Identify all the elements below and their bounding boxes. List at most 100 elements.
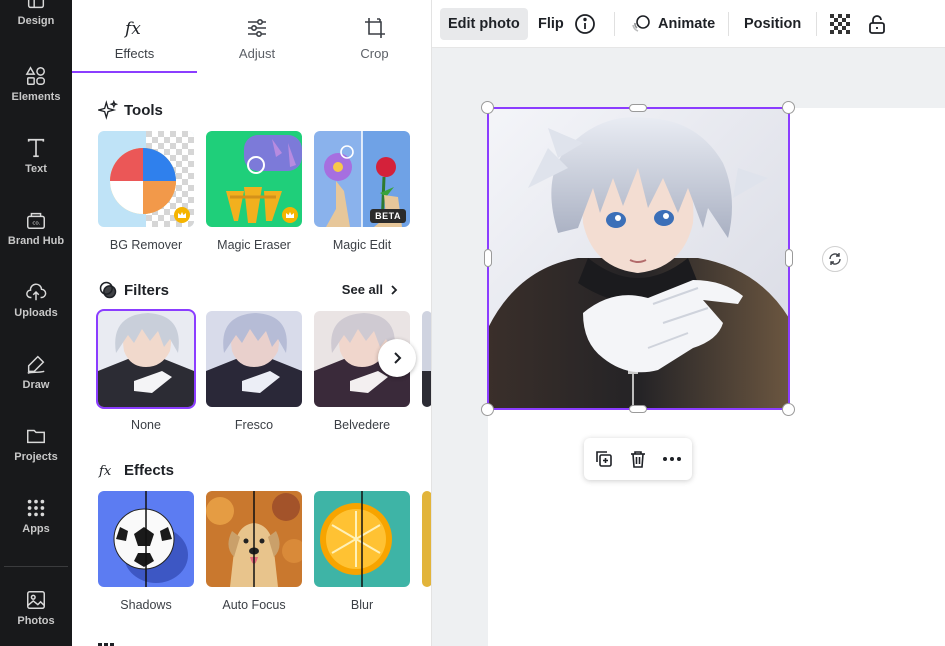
upload-icon — [26, 283, 47, 301]
tools-heading: Tools — [98, 100, 163, 120]
filters-icon — [99, 281, 117, 299]
anime-portrait-thumbnail — [98, 311, 194, 407]
duplicate-button[interactable] — [592, 447, 616, 471]
dog-image — [206, 491, 302, 587]
flip-button[interactable]: Flip — [530, 8, 572, 40]
tool-magic-edit[interactable]: BETA — [314, 131, 410, 227]
see-all-filters-link[interactable]: See all — [342, 282, 401, 297]
position-button[interactable]: Position — [736, 8, 809, 40]
filter-next-partial — [422, 311, 431, 407]
section-title: Effects — [124, 461, 175, 479]
filters-next-button[interactable] — [378, 339, 416, 377]
rail-label: Apps — [22, 523, 50, 535]
filter-label: Fresco — [234, 418, 274, 432]
unlock-icon — [869, 15, 885, 34]
element-context-menu — [584, 438, 692, 480]
orange-slice-image — [314, 491, 410, 587]
resize-handle-left[interactable] — [484, 249, 492, 267]
rail-item-draw[interactable]: Draw — [0, 336, 72, 408]
panel-tabs: fx Effects Adjust Crop — [72, 0, 431, 74]
rail-divider — [4, 566, 68, 567]
rail-item-brand-hub[interactable]: co. Brand Hub — [0, 192, 72, 264]
resize-handle-bottom-right[interactable] — [782, 403, 795, 416]
effect-label: Shadows — [120, 598, 172, 612]
effect-next-partial — [422, 491, 431, 587]
animate-label: Animate — [658, 16, 716, 32]
svg-text:fx: fx — [123, 19, 141, 39]
apps-icon — [27, 499, 45, 517]
rail-item-elements[interactable]: Elements — [0, 48, 72, 120]
rail-label: Projects — [14, 451, 58, 463]
rail-item-photos[interactable]: Photos — [0, 572, 72, 644]
tool-label: Magic Edit — [332, 238, 392, 252]
filter-fresco[interactable] — [206, 311, 302, 407]
tool-label: Magic Eraser — [217, 238, 291, 252]
more-options-button[interactable] — [660, 447, 684, 471]
rail-label: Elements — [11, 91, 61, 103]
tab-label: Adjust — [238, 45, 276, 61]
rotate-button[interactable] — [822, 246, 848, 272]
tab-label: Effects — [114, 45, 155, 61]
section-title: Tools — [124, 101, 163, 119]
filter-none[interactable] — [96, 309, 196, 409]
sliders-icon — [248, 18, 266, 37]
draw-icon — [27, 355, 45, 374]
effect-auto-focus[interactable] — [206, 491, 302, 587]
edit-photo-button[interactable]: Edit photo — [440, 8, 528, 40]
tab-effects[interactable]: fx Effects — [72, 0, 197, 74]
resize-handle-top-left[interactable] — [481, 101, 494, 114]
rail-label: Design — [17, 15, 55, 27]
partial-thumbnail — [422, 491, 431, 587]
effects-heading: fx Effects — [98, 460, 174, 480]
photos-icon — [27, 591, 45, 609]
brand-hub-icon: co. — [27, 212, 45, 229]
folder-icon — [27, 429, 45, 444]
resize-handle-right[interactable] — [785, 249, 793, 267]
selected-photo[interactable] — [488, 108, 789, 409]
lock-button[interactable] — [862, 8, 892, 40]
filters-heading: Filters — [98, 280, 169, 300]
premium-crown-icon — [282, 207, 298, 223]
tab-adjust[interactable]: Adjust — [197, 0, 317, 74]
rail-label: Photos — [17, 615, 55, 627]
tab-crop[interactable]: Crop — [317, 0, 431, 74]
svg-text:fx: fx — [98, 464, 112, 479]
effect-label: Blur — [350, 598, 374, 612]
delete-button[interactable] — [626, 447, 650, 471]
rail-label: Uploads — [14, 307, 58, 319]
next-section-icon — [98, 640, 118, 646]
see-all-label: See all — [341, 282, 383, 297]
rail-item-projects[interactable]: Projects — [0, 408, 72, 480]
resize-handle-bottom[interactable] — [629, 405, 647, 413]
tool-bg-remover[interactable] — [98, 131, 194, 227]
rail-label: Brand Hub — [7, 235, 65, 247]
toolbar-divider — [614, 12, 615, 36]
resize-handle-top-right[interactable] — [782, 101, 795, 114]
tab-label: Crop — [360, 45, 389, 61]
resize-handle-top[interactable] — [629, 104, 647, 112]
animate-button[interactable]: Animate — [622, 8, 723, 40]
left-rail: Design Elements Text co. Brand Hub Uploa… — [0, 0, 72, 646]
rail-item-text[interactable]: Text — [0, 120, 72, 192]
resize-handle-bottom-left[interactable] — [481, 403, 494, 416]
filter-label: None — [131, 418, 161, 432]
effect-blur[interactable] — [314, 491, 410, 587]
tool-label: BG Remover — [109, 238, 183, 252]
rail-item-design[interactable]: Design — [0, 0, 72, 44]
anime-portrait-image — [488, 108, 789, 409]
rail-label: Draw — [22, 379, 50, 391]
rail-item-uploads[interactable]: Uploads — [0, 264, 72, 336]
toolbar-divider — [816, 12, 817, 36]
tool-magic-eraser[interactable] — [206, 131, 302, 227]
duplicate-icon — [596, 451, 612, 467]
elements-icon — [25, 66, 45, 85]
effect-shadows[interactable] — [98, 491, 194, 587]
chevron-right-icon — [394, 352, 402, 364]
effect-label: Auto Focus — [222, 598, 286, 612]
transparency-button[interactable] — [824, 8, 856, 40]
partial-thumbnail — [422, 311, 431, 407]
info-button[interactable] — [570, 8, 600, 40]
premium-crown-icon — [174, 207, 190, 223]
crop-icon — [364, 17, 385, 38]
rail-item-apps[interactable]: Apps — [0, 480, 72, 552]
